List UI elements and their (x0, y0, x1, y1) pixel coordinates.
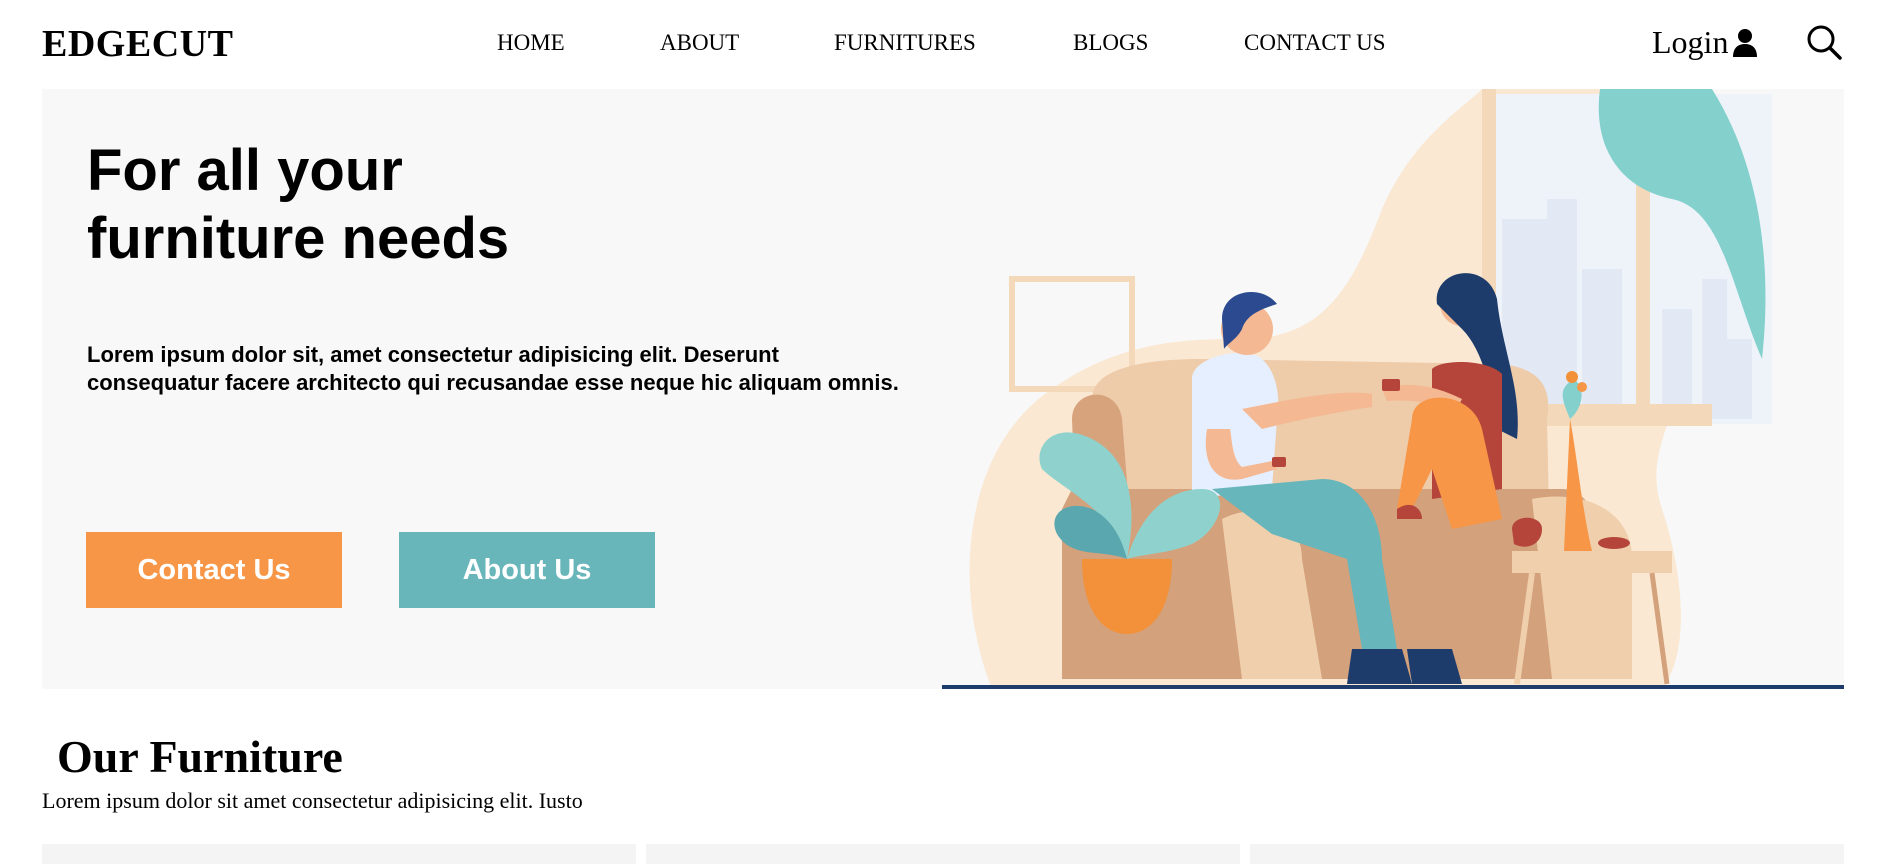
hero-description: Lorem ipsum dolor sit, amet consectetur … (87, 342, 899, 395)
main-menu: HOME ABOUT FURNITURES BLOGS CONTACT US (0, 30, 1884, 60)
nav-link-blogs[interactable]: BLOGS (1073, 30, 1148, 56)
hero-section: For all your furniture needs Lorem ipsum… (42, 89, 1844, 689)
user-icon (1733, 28, 1758, 57)
our-furniture-subtitle: Lorem ipsum dolor sit amet consectetur a… (42, 788, 583, 813)
our-furniture-heading: Our Furniture (57, 731, 343, 782)
furniture-card[interactable] (42, 844, 636, 864)
nav-link-home[interactable]: HOME (497, 30, 565, 56)
login-label: Login (1652, 24, 1729, 60)
couple-on-sofa-illustration (942, 89, 1844, 689)
furniture-card[interactable] (1250, 844, 1844, 864)
hero-title: For all your furniture needs (87, 138, 510, 271)
about-us-button[interactable]: About Us (399, 532, 655, 608)
search-icon[interactable] (1806, 24, 1842, 60)
contact-us-button[interactable]: Contact Us (86, 532, 342, 608)
furniture-card-grid (42, 844, 1844, 864)
nav-link-furnitures[interactable]: FURNITURES (834, 30, 976, 56)
login-button[interactable]: Login (1652, 24, 1758, 61)
furniture-card[interactable] (646, 844, 1240, 864)
nav-link-contact-us[interactable]: CONTACT US (1244, 30, 1386, 56)
nav-link-about[interactable]: ABOUT (660, 30, 739, 56)
navbar: EDGECUT HOME ABOUT FURNITURES BLOGS CONT… (0, 0, 1884, 88)
